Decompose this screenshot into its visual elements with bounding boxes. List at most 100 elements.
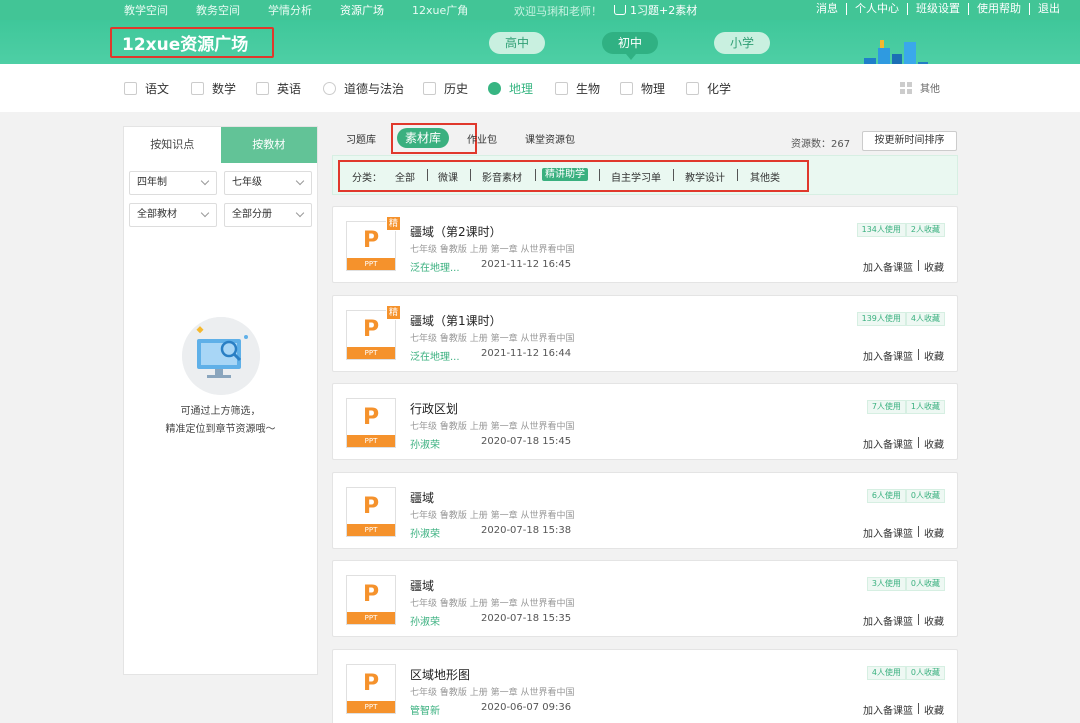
ppt-file-icon[interactable]: P PPT — [346, 664, 396, 714]
action-divider — [918, 437, 919, 448]
favorite-button[interactable]: 收藏 — [924, 259, 944, 274]
subject-geography[interactable]: 地理 — [488, 80, 533, 97]
ppt-file-icon[interactable]: P PPT 精 — [346, 305, 401, 360]
filter-divider — [427, 169, 428, 181]
resource-card[interactable]: P PPT 疆域 七年级 鲁教版 上册 第一章 从世界看中国 孙淑荣 2020-07-18… — [332, 560, 958, 637]
resource-title[interactable]: 疆域（第2课时） — [410, 223, 502, 240]
volume-select[interactable]: 全部分册 — [224, 203, 312, 227]
nav-logout[interactable]: 退出 — [1030, 3, 1060, 15]
resource-title[interactable]: 行政区划 — [410, 400, 458, 417]
tab-homework-pack[interactable]: 作业包 — [467, 131, 497, 146]
ppt-file-icon[interactable]: P PPT 精 — [346, 216, 401, 271]
ppt-file-icon[interactable]: P PPT — [346, 398, 396, 448]
filter-micro-lesson[interactable]: 微课 — [438, 169, 458, 184]
subject-chemistry[interactable]: 化学 — [686, 80, 731, 97]
add-to-basket-button[interactable]: 加入备课篮 — [863, 348, 913, 363]
resource-author[interactable]: 孙淑荣 — [410, 525, 440, 540]
ppt-file-icon[interactable]: P PPT — [346, 575, 396, 625]
resource-title[interactable]: 疆域（第1课时） — [410, 312, 502, 329]
tab-classroom-pack[interactable]: 课堂资源包 — [525, 131, 575, 146]
filter-all[interactable]: 全部 — [395, 169, 415, 184]
favorite-button[interactable]: 收藏 — [924, 525, 944, 540]
resource-actions: 加入备课篮 收藏 — [863, 613, 944, 628]
chevron-down-icon — [200, 208, 210, 218]
resource-title[interactable]: 疆域 — [410, 489, 434, 506]
basket-button[interactable]: 1习题+2素材 — [614, 2, 697, 18]
resource-author[interactable]: 管智新 — [410, 702, 440, 717]
resource-author[interactable]: 泛在地理... — [410, 259, 460, 274]
resource-author[interactable]: 孙淑荣 — [410, 613, 440, 628]
subject-history[interactable]: 历史 — [423, 80, 468, 97]
resource-card[interactable]: P PPT 精疆域（第2课时） 七年级 鲁教版 上册 第一章 从世界看中国 泛在地理..… — [332, 206, 958, 283]
nav-12xue-corner[interactable]: 12xue广角 — [412, 2, 468, 18]
filter-self-study[interactable]: 自主学习单 — [611, 169, 661, 184]
top-nav-right: 消息 个人中心 班级设置 使用帮助 退出 — [808, 3, 1060, 15]
chinese-icon — [124, 82, 137, 95]
stage-tab-middle[interactable]: 初中 — [602, 32, 658, 60]
resource-card[interactable]: P PPT 行政区划 七年级 鲁教版 上册 第一章 从世界看中国 孙淑荣 2020-07-… — [332, 383, 958, 460]
nav-resource-square[interactable]: 资源广场 — [340, 2, 384, 18]
resource-card[interactable]: P PPT 疆域 七年级 鲁教版 上册 第一章 从世界看中国 孙淑荣 2020-07-18… — [332, 472, 958, 549]
filter-other[interactable]: 其他类 — [750, 169, 780, 184]
stage-tab-high[interactable]: 高中 — [489, 32, 545, 54]
add-to-basket-button[interactable]: 加入备课篮 — [863, 436, 913, 451]
subject-math[interactable]: 数学 — [191, 80, 236, 97]
favorite-count: 2人收藏 — [905, 223, 945, 237]
add-to-basket-button[interactable]: 加入备课篮 — [863, 702, 913, 717]
favorite-button[interactable]: 收藏 — [924, 436, 944, 451]
favorite-button[interactable]: 收藏 — [924, 348, 944, 363]
subject-biology[interactable]: 生物 — [555, 80, 600, 97]
welcome-text: 欢迎马琍和老师！ — [514, 5, 602, 18]
textbook-select[interactable]: 全部教材 — [129, 203, 217, 227]
resource-author[interactable]: 泛在地理... — [410, 348, 460, 363]
grade-select[interactable]: 七年级 — [224, 171, 312, 195]
sort-by-update-button[interactable]: 按更新时间排序 — [862, 131, 957, 151]
filter-label: 分类： — [352, 173, 382, 184]
nav-help[interactable]: 使用帮助 — [969, 3, 1030, 15]
add-to-basket-button[interactable]: 加入备课篮 — [863, 613, 913, 628]
stage-tab-primary[interactable]: 小学 — [714, 32, 770, 54]
ppt-file-icon[interactable]: P PPT — [346, 487, 396, 537]
nav-admin-space[interactable]: 教务空间 — [196, 2, 240, 18]
resource-author[interactable]: 孙淑荣 — [410, 436, 440, 451]
tab-question-bank[interactable]: 习题库 — [346, 131, 376, 146]
subject-other[interactable]: 其他 — [900, 80, 940, 95]
nav-class-settings[interactable]: 班级设置 — [908, 3, 969, 15]
tab-material-library[interactable]: 素材库 — [397, 128, 449, 148]
tab-by-knowledge[interactable]: 按知识点 — [124, 127, 221, 163]
nav-personal-center[interactable]: 个人中心 — [847, 3, 908, 15]
subject-english[interactable]: 英语 — [256, 80, 301, 97]
resource-meta: 七年级 鲁教版 上册 第一章 从世界看中国 — [410, 334, 575, 344]
resource-stats: 139人使用 4人收藏 — [856, 312, 945, 326]
favorite-button[interactable]: 收藏 — [924, 702, 944, 717]
nav-teaching-space[interactable]: 教学空间 — [124, 2, 168, 18]
use-count: 7人使用 — [866, 400, 906, 414]
subject-physics[interactable]: 物理 — [620, 80, 665, 97]
use-count: 134人使用 — [856, 223, 906, 237]
filter-media[interactable]: 影音素材 — [482, 169, 522, 184]
math-icon — [191, 82, 204, 95]
resource-title[interactable]: 疆域 — [410, 577, 434, 594]
search-illustration-icon — [182, 317, 260, 395]
resource-card[interactable]: P PPT 精疆域（第1课时） 七年级 鲁教版 上册 第一章 从世界看中国泛在地理..… — [332, 295, 958, 372]
resource-card[interactable]: P PPT 区域地形图 七年级 鲁教版 上册 第一章 从世界看中国 管智新 2020-06… — [332, 649, 958, 723]
subject-chinese[interactable]: 语文 — [124, 80, 169, 97]
resource-date: 2020-07-18 15:35 — [481, 613, 572, 624]
select-row-2: 全部教材 全部分册 — [124, 203, 317, 227]
favorite-count: 0人收藏 — [905, 577, 945, 591]
system-select[interactable]: 四年制 — [129, 171, 217, 195]
add-to-basket-button[interactable]: 加入备课篮 — [863, 525, 913, 540]
add-to-basket-button[interactable]: 加入备课篮 — [863, 259, 913, 274]
subject-morality-law[interactable]: 道德与法治 — [323, 80, 404, 97]
tab-by-textbook[interactable]: 按教材 — [220, 127, 317, 163]
history-icon — [423, 82, 436, 95]
resource-title[interactable]: 区域地形图 — [410, 666, 470, 683]
filter-lesson-design[interactable]: 教学设计 — [685, 169, 725, 184]
featured-badge: 精 — [386, 216, 401, 231]
nav-analytics[interactable]: 学情分析 — [268, 2, 312, 18]
site-logo[interactable]: 12xue资源广场 — [110, 27, 274, 58]
nav-messages[interactable]: 消息 — [808, 3, 847, 15]
filter-lecture-aid[interactable]: 精讲助学 — [542, 168, 588, 181]
biology-icon — [555, 82, 568, 95]
favorite-button[interactable]: 收藏 — [924, 613, 944, 628]
